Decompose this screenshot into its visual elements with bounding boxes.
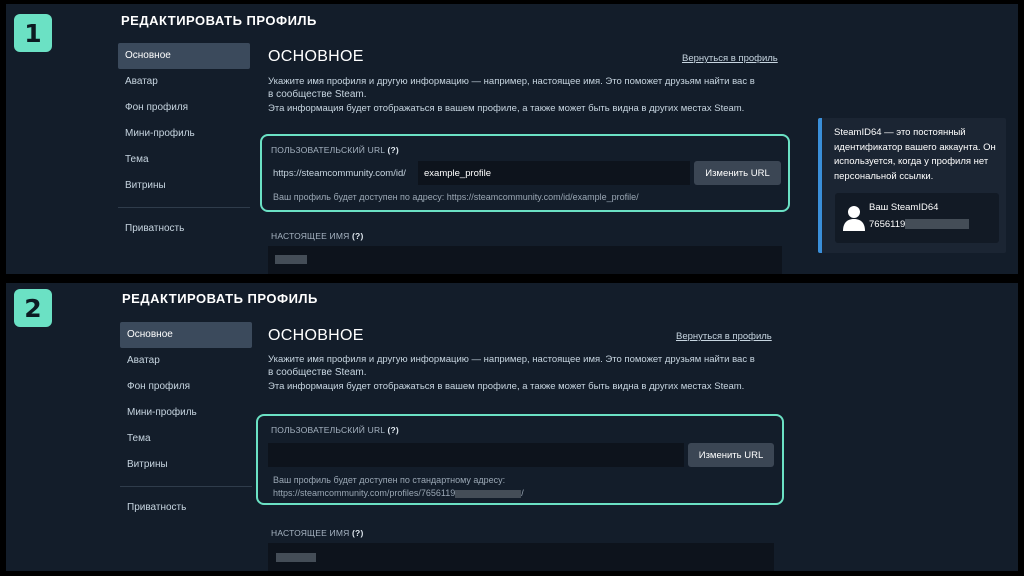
url-hint-line: https://steamcommunity.com/profiles/7656… (273, 487, 524, 500)
custom-url-label-text: ПОЛЬЗОВАТЕЛЬСКИЙ URL (271, 425, 385, 435)
description-line: в сообществе Steam. (268, 367, 367, 378)
help-icon[interactable]: (?) (387, 145, 398, 155)
real-name-label-text: НАСТОЯЩЕЕ ИМЯ (271, 528, 350, 538)
section-description: Укажите имя профиля и другую информацию … (268, 353, 788, 393)
sidebar-divider (120, 486, 252, 487)
custom-url-input[interactable] (268, 443, 684, 467)
step2-panel: 2 РЕДАКТИРОВАТЬ ПРОФИЛЬ Основное Аватар … (6, 283, 1018, 571)
redacted-value (275, 255, 307, 264)
steamid64-card: Ваш SteamID64 7656119 (835, 193, 999, 243)
url-hint: Ваш профиль будет доступен по адресу: ht… (273, 192, 639, 202)
back-to-profile-link[interactable]: Вернуться в профиль (682, 53, 778, 64)
sidebar-item-general[interactable]: Основное (118, 43, 250, 69)
sidebar-item-privacy[interactable]: Приватность (118, 216, 250, 242)
real-name-label: НАСТОЯЩЕЕ ИМЯ (?) (271, 528, 363, 538)
page-title: РЕДАКТИРОВАТЬ ПРОФИЛЬ (121, 13, 317, 28)
redacted-value (276, 553, 316, 562)
sidebar-item-mini-profile[interactable]: Мини-профиль (120, 400, 252, 426)
sidebar: Основное Аватар Фон профиля Мини-профиль… (118, 43, 250, 242)
help-icon[interactable]: (?) (352, 528, 363, 538)
real-name-input[interactable] (268, 543, 774, 571)
steamid64-tip: SteamID64 — это постоянный идентификатор… (818, 118, 1006, 253)
sidebar: Основное Аватар Фон профиля Мини-профиль… (120, 322, 252, 521)
section-title: ОСНОВНОЕ (268, 327, 364, 344)
url-hint-line: Ваш профиль будет доступен по стандартно… (273, 475, 506, 485)
custom-url-input[interactable] (418, 161, 690, 185)
sidebar-item-theme[interactable]: Тема (118, 147, 250, 173)
redacted-steamid (905, 219, 970, 230)
sidebar-item-mini-profile[interactable]: Мини-профиль (118, 121, 250, 147)
real-name-label-text: НАСТОЯЩЕЕ ИМЯ (271, 231, 350, 241)
steamid64-value: 7656119 (869, 219, 970, 230)
real-name-input[interactable] (268, 246, 782, 274)
step-number-badge: 2 (14, 289, 52, 327)
default-url-suffix: / (521, 488, 524, 498)
url-prefix: https://steamcommunity.com/id/ (273, 168, 406, 179)
sidebar-item-avatar[interactable]: Аватар (120, 348, 252, 374)
custom-url-label-text: ПОЛЬЗОВАТЕЛЬСКИЙ URL (271, 145, 385, 155)
sidebar-item-showcases[interactable]: Витрины (118, 173, 250, 199)
help-icon[interactable]: (?) (352, 231, 363, 241)
url-hint: Ваш профиль будет доступен по стандартно… (273, 474, 524, 500)
sidebar-item-background[interactable]: Фон профиля (120, 374, 252, 400)
default-url-prefix: https://steamcommunity.com/profiles/7656… (273, 488, 456, 498)
description-line: в сообществе Steam. (268, 89, 367, 100)
sidebar-item-background[interactable]: Фон профиля (118, 95, 250, 121)
sidebar-item-privacy[interactable]: Приватность (120, 495, 252, 521)
redacted-steamid (455, 489, 522, 498)
sidebar-item-showcases[interactable]: Витрины (120, 452, 252, 478)
sidebar-divider (118, 207, 250, 208)
step-number-badge: 1 (14, 14, 52, 52)
section-description: Укажите имя профиля и другую информацию … (268, 75, 788, 115)
help-icon[interactable]: (?) (387, 425, 398, 435)
sidebar-item-theme[interactable]: Тема (120, 426, 252, 452)
real-name-label: НАСТОЯЩЕЕ ИМЯ (?) (271, 231, 363, 241)
change-url-button[interactable]: Изменить URL (694, 161, 781, 185)
custom-url-label: ПОЛЬЗОВАТЕЛЬСКИЙ URL (?) (271, 145, 399, 155)
back-to-profile-link[interactable]: Вернуться в профиль (676, 331, 772, 342)
sidebar-item-avatar[interactable]: Аватар (118, 69, 250, 95)
description-line: Эта информация будет отображаться в ваше… (268, 103, 745, 114)
description-line: Укажите имя профиля и другую информацию … (268, 76, 755, 87)
steamid64-prefix: 7656119 (869, 219, 906, 230)
custom-url-label: ПОЛЬЗОВАТЕЛЬСКИЙ URL (?) (271, 425, 399, 435)
tip-text: SteamID64 — это постоянный идентификатор… (834, 127, 996, 182)
sidebar-item-general[interactable]: Основное (120, 322, 252, 348)
description-line: Укажите имя профиля и другую информацию … (268, 354, 755, 365)
section-title: ОСНОВНОЕ (268, 48, 364, 65)
page-title: РЕДАКТИРОВАТЬ ПРОФИЛЬ (122, 291, 318, 306)
change-url-button[interactable]: Изменить URL (688, 443, 774, 467)
description-line: Эта информация будет отображаться в ваше… (268, 381, 745, 392)
steamid64-label: Ваш SteamID64 (869, 202, 939, 213)
user-icon (843, 206, 865, 231)
